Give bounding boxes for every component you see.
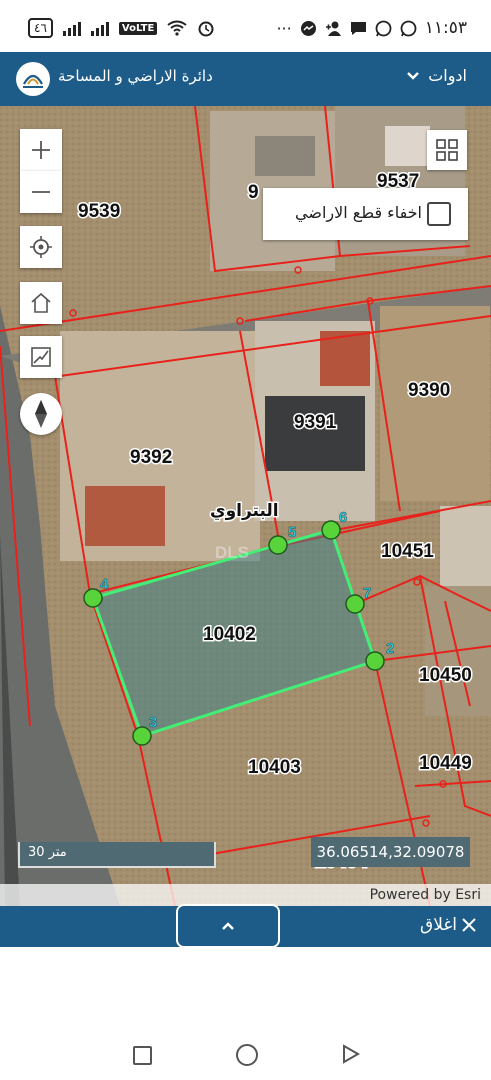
esri-attribution: Powered by Esri	[369, 887, 481, 903]
dls-watermark: DLS	[215, 543, 249, 562]
messenger-icon	[300, 20, 316, 36]
scale-bar: 30 متر	[18, 842, 216, 868]
compass-button[interactable]	[20, 393, 62, 435]
parcel-label-10403: 10403	[248, 757, 301, 778]
measure-button[interactable]	[20, 336, 62, 378]
vertex-label-6: 6	[339, 509, 347, 526]
scale-label: 30 متر	[28, 845, 67, 860]
chat-icon	[350, 21, 366, 35]
bottom-panel-bar: اغلاق	[0, 904, 491, 948]
parcel-label-10402: 10402	[203, 624, 256, 645]
roof-red-9392	[85, 486, 165, 546]
parcel-label-10451: 10451	[381, 541, 434, 562]
courtyard	[255, 136, 315, 176]
expand-panel-button[interactable]	[176, 904, 280, 948]
parcel-label-10449: 10449	[419, 753, 472, 774]
clock: ١١:٥٣	[424, 18, 467, 38]
crosshair-icon	[30, 236, 52, 258]
parcel-label-10450: 10450	[419, 665, 472, 686]
zoom-out-button[interactable]	[20, 171, 62, 213]
measure-icon	[31, 347, 51, 367]
recents-button[interactable]	[133, 1046, 152, 1065]
roof-white	[385, 126, 430, 166]
close-icon	[462, 918, 476, 932]
tools-menu[interactable]: ادوات	[406, 66, 467, 85]
hide-parcels-panel[interactable]: اخفاء قطع الاراضي	[263, 188, 468, 240]
home-button[interactable]	[20, 282, 62, 324]
dls-logo-icon	[16, 62, 50, 96]
battery-icon: ٤٦	[28, 18, 53, 38]
alarm-icon	[198, 21, 214, 37]
app-header: دائرة الاراضي و المساحة ادوات	[0, 52, 491, 106]
shadow-9391	[265, 396, 365, 471]
parcel-label-9392: 9392	[130, 447, 172, 468]
parcel-label-9391: 9391	[294, 412, 337, 433]
attribution-bar: Powered by Esri	[0, 884, 491, 906]
close-button[interactable]: اغلاق	[420, 915, 477, 935]
home-nav-button[interactable]	[236, 1044, 258, 1066]
vertex-label-3: 3	[149, 714, 157, 731]
parcel-label-9-partial: 9	[248, 182, 259, 203]
whatsapp-icon	[375, 20, 392, 36]
hide-parcels-label: اخفاء قطع الاراضي	[295, 203, 422, 222]
minus-icon	[32, 191, 50, 193]
close-label: اغلاق	[420, 915, 457, 935]
parcel-label-9539: 9539	[78, 201, 120, 222]
signal-2-icon	[90, 20, 109, 36]
wifi-icon	[167, 20, 187, 36]
more-notifications-indicator: ···	[276, 18, 292, 38]
chevron-down-icon	[407, 71, 420, 80]
basemap-gallery-button[interactable]	[427, 130, 467, 170]
app-title: دائرة الاراضي و المساحة	[58, 67, 213, 85]
lot-9390	[380, 306, 490, 501]
vertex-label-5: 5	[288, 524, 296, 541]
coordinates-display: 36.06514,32.09078	[311, 837, 470, 867]
home-icon	[31, 292, 51, 313]
locate-button[interactable]	[20, 226, 62, 268]
back-button[interactable]	[342, 1044, 360, 1064]
volte-badge: VoLTE	[118, 21, 158, 35]
grid-icon	[436, 139, 458, 161]
zoom-in-button[interactable]	[20, 129, 62, 171]
area-name-label: البتراوي	[210, 501, 279, 521]
system-navigation-bar	[0, 1022, 491, 1080]
status-bar: ٤٦ VoLTE ··· ١١:٥٣	[0, 0, 491, 58]
hide-parcels-checkbox[interactable]	[427, 202, 451, 226]
whatsapp-2-icon	[400, 20, 417, 36]
compass-icon	[35, 400, 47, 428]
signal-icon	[62, 20, 81, 36]
vertex-label-4: 4	[100, 576, 109, 593]
plus-icon	[32, 141, 50, 159]
parcel-label-9390: 9390	[408, 380, 450, 401]
vertex-label-2: 2	[386, 640, 394, 657]
person-add-icon	[325, 21, 341, 36]
chevron-up-icon	[222, 922, 234, 930]
tools-label: ادوات	[428, 66, 467, 85]
map-view[interactable]: 2 3 4 5 6 7 9539 9537 9390 9391 9392 104…	[0, 106, 491, 906]
vertex-label-7: 7	[363, 585, 371, 602]
